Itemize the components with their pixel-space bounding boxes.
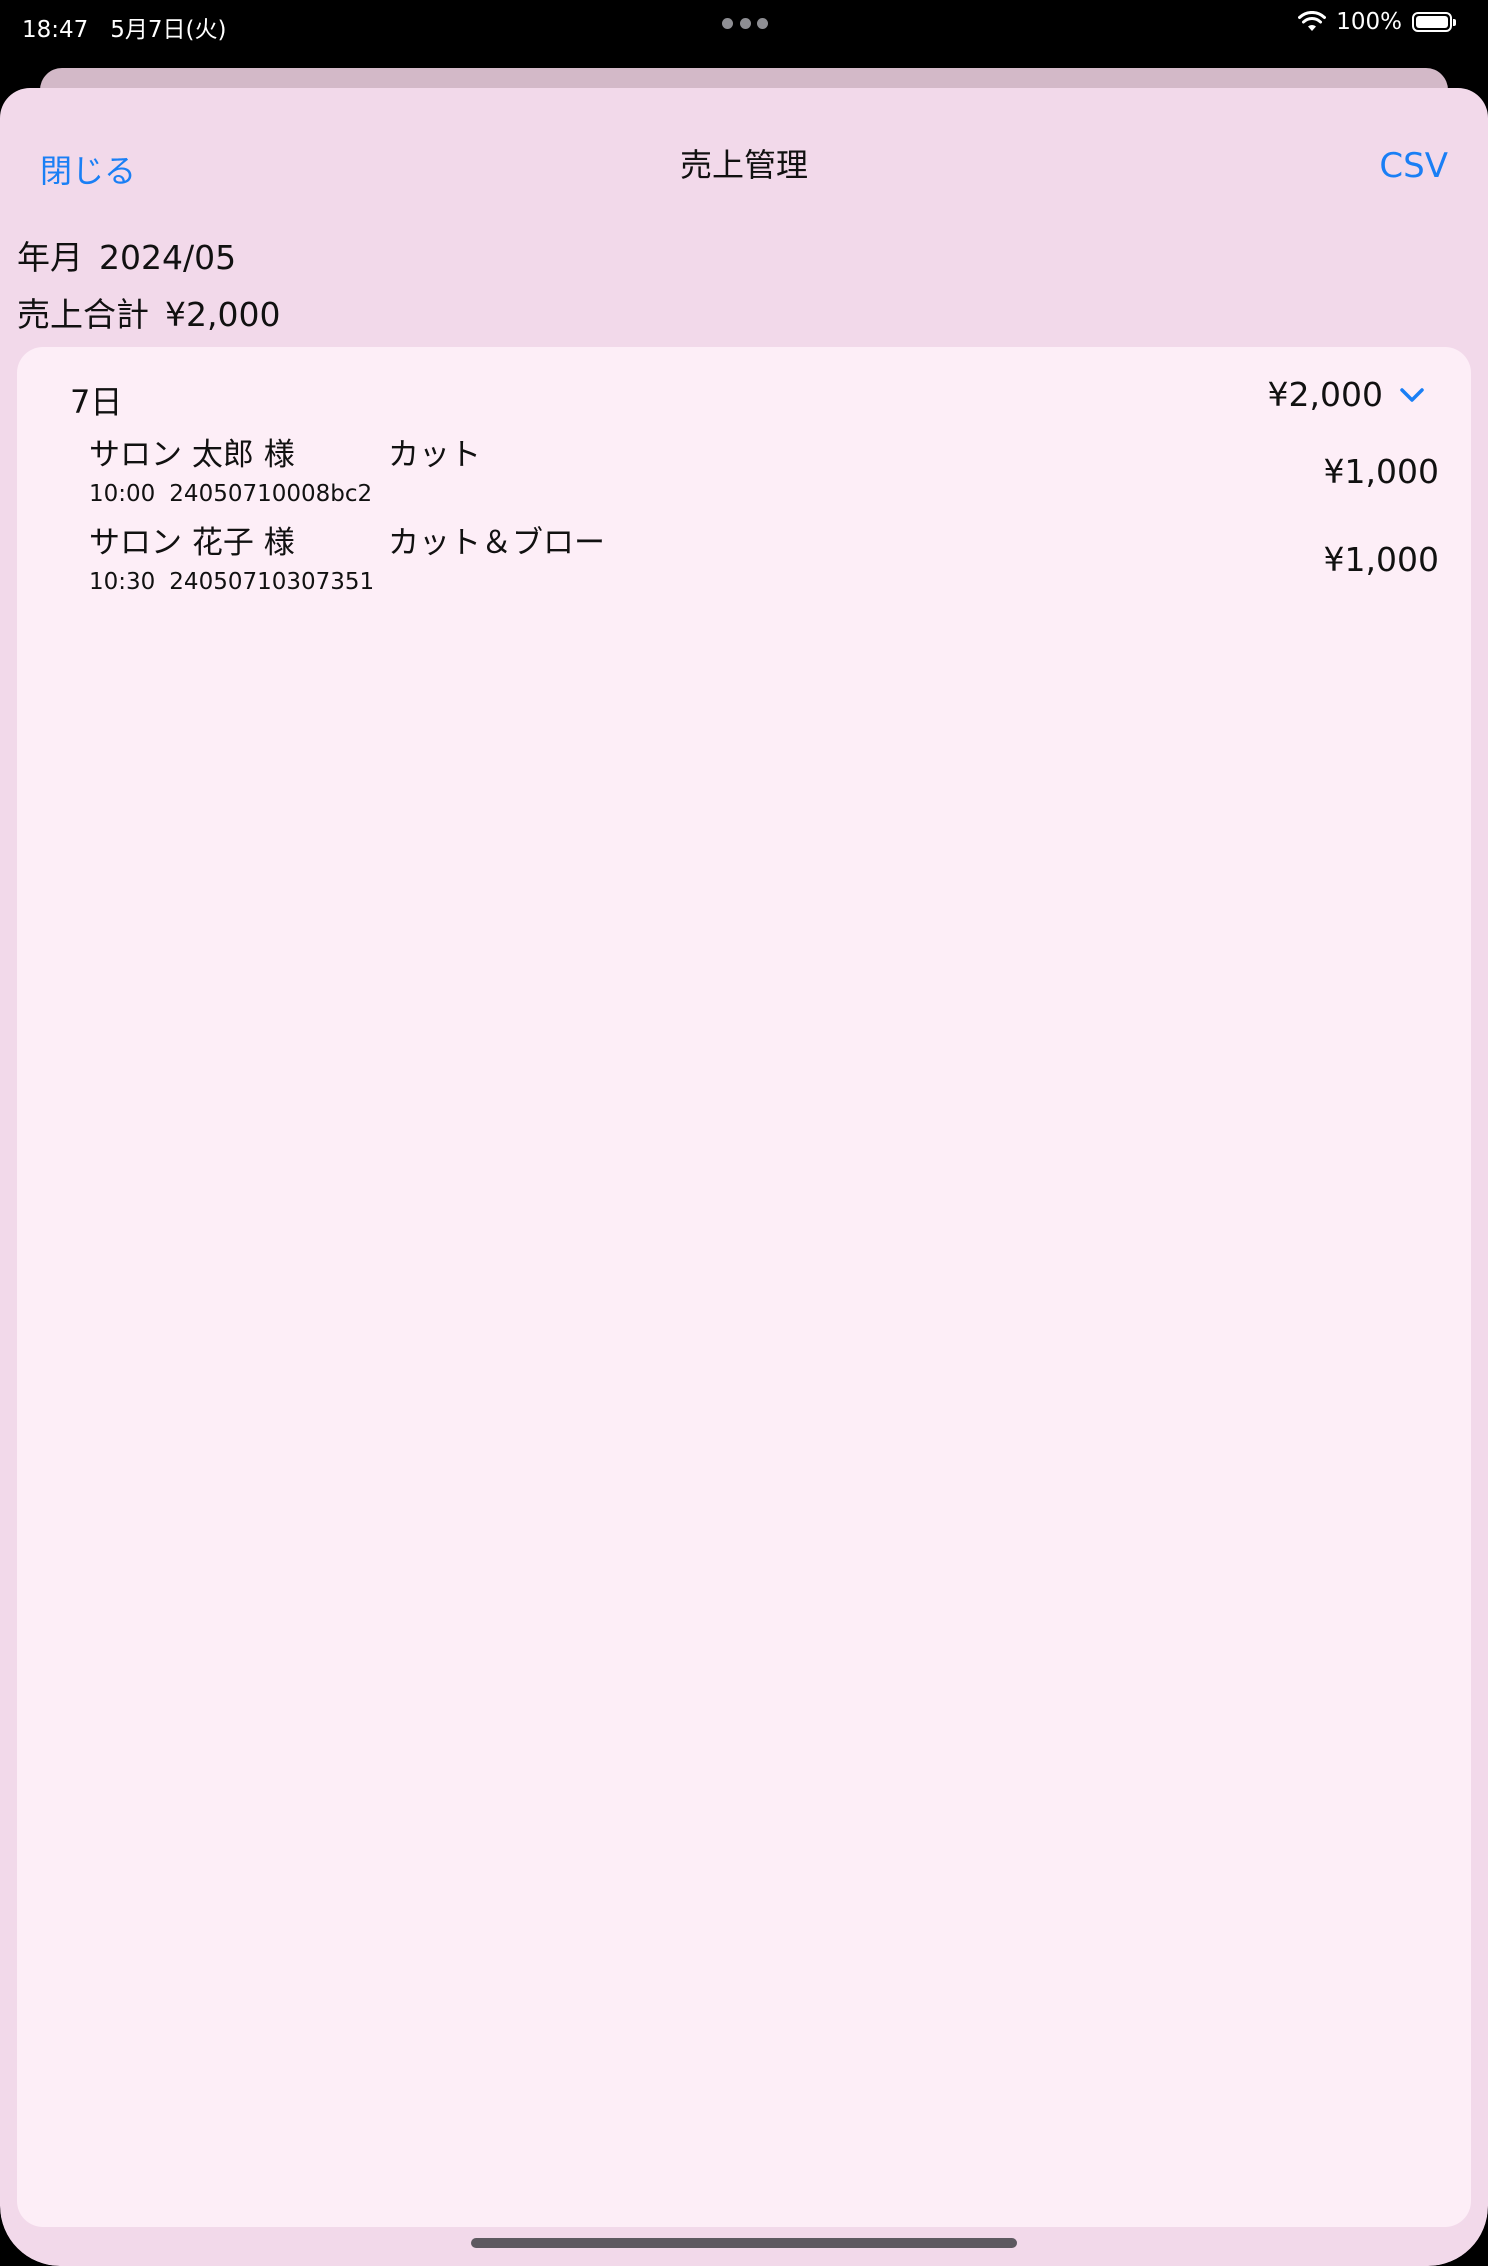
chevron-down-icon[interactable] xyxy=(1399,385,1425,405)
battery-icon xyxy=(1412,12,1456,32)
status-datetime: 18:47 5月7日(火) xyxy=(22,10,226,44)
customer-name: サロン 花子 様 xyxy=(89,525,295,561)
sales-management-sheet: 閉じる 売上管理 CSV 年月 2024/05 売上合計 ¥2,000 7日 ¥2,… xyxy=(0,88,1488,2266)
status-time: 18:47 xyxy=(22,17,89,43)
entry-meta: 10:00 24050710008bc2 xyxy=(89,481,372,507)
entry-time: 10:30 xyxy=(89,569,156,595)
status-date: 5月7日(火) xyxy=(110,17,227,43)
service-menu: カット xyxy=(388,437,481,473)
total-row: 売上合計 ¥2,000 xyxy=(17,288,280,336)
page-title: 売上管理 xyxy=(679,146,808,184)
status-indicators: 100% xyxy=(1298,9,1456,35)
entry-price: ¥1,000 xyxy=(1323,452,1439,491)
total-value: ¥2,000 xyxy=(165,295,281,334)
wifi-icon xyxy=(1298,11,1327,31)
total-label: 売上合計 xyxy=(17,295,149,334)
month-value: 2024/05 xyxy=(99,238,237,277)
status-bar: 18:47 5月7日(火) 100% xyxy=(0,0,1488,50)
device-frame: 18:47 5月7日(火) 100% 閉じる 売上管理 CSV 年月 2024/0… xyxy=(0,0,1488,2266)
list-item[interactable]: サロン 花子 様 カット＆ブロー 10:30 24050710307351 ¥1,… xyxy=(89,517,1439,605)
month-row: 年月 2024/05 xyxy=(17,231,236,279)
csv-export-button[interactable]: CSV xyxy=(1379,146,1448,186)
month-label: 年月 xyxy=(17,238,83,277)
service-menu: カット＆ブロー xyxy=(388,525,605,561)
battery-percent: 100% xyxy=(1336,9,1402,35)
day-group-card: 7日 ¥2,000 サロン 太郎 様 カット 10:00 24050710008b… xyxy=(17,347,1471,2227)
entry-id: 24050710008bc2 xyxy=(169,481,373,507)
entry-meta: 10:30 24050710307351 xyxy=(89,569,374,595)
day-label[interactable]: 7日 xyxy=(70,377,122,423)
entry-id: 24050710307351 xyxy=(169,569,375,595)
multitasking-dots-icon[interactable] xyxy=(722,18,768,30)
entry-time: 10:00 xyxy=(89,481,156,507)
customer-name: サロン 太郎 様 xyxy=(89,437,295,473)
entry-price: ¥1,000 xyxy=(1323,540,1439,579)
list-item[interactable]: サロン 太郎 様 カット 10:00 24050710008bc2 ¥1,000 xyxy=(89,429,1439,517)
day-total: ¥2,000 xyxy=(1267,375,1383,414)
home-indicator[interactable] xyxy=(471,2238,1017,2248)
